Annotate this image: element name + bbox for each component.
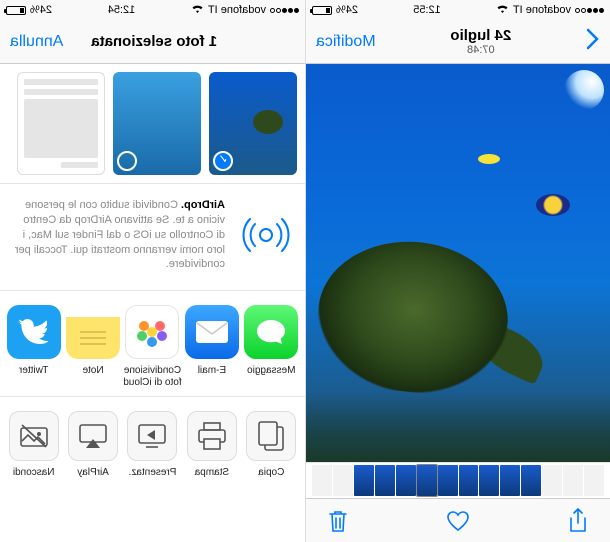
clock-label: 12:55 — [413, 4, 441, 16]
action-label: AirPlay — [77, 467, 109, 489]
mail-icon — [185, 305, 239, 359]
filmstrip-thumb[interactable] — [396, 465, 416, 496]
battery-pct-label: 24% — [30, 4, 52, 16]
action-slideshow[interactable]: Presentaz. — [123, 411, 182, 489]
action-print[interactable]: Stampa — [182, 411, 241, 489]
carrier-label: vodafone IT — [208, 4, 266, 16]
action-label: Copia — [258, 467, 284, 489]
filmstrip-thumb[interactable] — [333, 465, 353, 496]
selected-photo-thumb[interactable] — [209, 72, 297, 175]
share-app-notes[interactable]: Note — [63, 305, 122, 388]
share-app-label: Messaggio — [247, 365, 295, 387]
airdrop-section[interactable]: AirDrop. Condividi subito con le persone… — [0, 184, 305, 291]
share-app-message[interactable]: Messaggio — [242, 305, 301, 388]
photo-viewport[interactable] — [306, 64, 610, 462]
battery-icon — [6, 6, 26, 15]
airdrop-icon — [239, 208, 293, 262]
slideshow-icon — [127, 411, 177, 461]
nav-title: 1 foto selezionata — [91, 33, 217, 50]
cancel-button[interactable]: Annulla — [10, 33, 63, 51]
hide-icon — [9, 411, 59, 461]
status-bar: vodafone IT 12:55 24% — [306, 0, 610, 20]
action-label: Stampa — [195, 467, 229, 489]
photo-thumb[interactable] — [17, 72, 105, 175]
filmstrip-thumb[interactable] — [354, 465, 374, 496]
clock-label: 12:54 — [108, 4, 136, 16]
notes-icon — [66, 305, 120, 359]
airdrop-title: AirDrop. — [181, 199, 225, 211]
filmstrip-thumb[interactable] — [375, 465, 395, 496]
back-chevron-icon[interactable] — [586, 28, 600, 56]
photo-thumb[interactable] — [113, 72, 201, 175]
share-app-mail[interactable]: E-mail — [182, 305, 241, 388]
status-bar: vodafone IT 12:54 24% — [0, 0, 305, 20]
selection-count-label: 1 foto selezionata — [91, 33, 217, 50]
share-icon[interactable] — [568, 508, 588, 534]
filmstrip-thumb[interactable] — [500, 465, 520, 496]
twitter-icon — [7, 305, 61, 359]
filmstrip-thumb[interactable] — [459, 465, 479, 496]
trash-icon[interactable] — [328, 509, 348, 533]
edit-button[interactable]: Modifica — [316, 33, 376, 51]
copy-icon — [246, 411, 296, 461]
action-copy[interactable]: Copia — [242, 411, 301, 489]
share-app-twitter[interactable]: Twitter — [4, 305, 63, 388]
filmstrip-thumb[interactable] — [438, 465, 458, 496]
battery-icon — [312, 6, 332, 15]
filmstrip-thumb[interactable] — [584, 465, 604, 496]
airplay-icon — [68, 411, 118, 461]
nav-bar: 1 foto selezionata Annulla — [0, 20, 305, 64]
battery-pct-label: 24% — [336, 4, 358, 16]
share-app-label: Condivisione foto di iCloud — [123, 365, 182, 388]
checkmark-icon — [213, 151, 233, 171]
action-label: Nascondi — [13, 467, 55, 489]
airdrop-text: AirDrop. Condividi subito con le persone… — [12, 198, 225, 272]
share-app-label: Twitter — [19, 365, 48, 387]
signal-strength-icon — [270, 8, 299, 13]
share-app-label: Note — [83, 365, 104, 387]
filmstrip-thumb-selected[interactable] — [417, 465, 437, 496]
wifi-icon — [496, 4, 509, 17]
nav-title-time: 07:48 — [450, 44, 511, 56]
nav-title-date: 24 luglio — [450, 27, 511, 44]
heart-icon[interactable] — [446, 510, 470, 532]
action-hide[interactable]: Nascondi — [4, 411, 63, 489]
filmstrip-thumb[interactable] — [521, 465, 541, 496]
nav-title: 24 luglio 07:48 — [450, 27, 511, 56]
action-label: Presentaz. — [129, 467, 177, 489]
filmstrip[interactable] — [306, 462, 610, 498]
share-app-icloud[interactable]: Condivisione foto di iCloud — [123, 305, 182, 388]
action-airplay[interactable]: AirPlay — [63, 411, 122, 489]
message-icon — [244, 305, 298, 359]
share-apps-row[interactable]: Messaggio E-mail — [0, 291, 305, 397]
photo-detail-screen: vodafone IT 12:55 24% 24 luglio 07:48 Mo… — [305, 0, 610, 542]
unselected-ring-icon — [117, 151, 137, 171]
bottom-toolbar — [306, 498, 610, 542]
filmstrip-thumb[interactable] — [312, 465, 332, 496]
filmstrip-thumb[interactable] — [479, 465, 499, 496]
filmstrip-thumb[interactable] — [542, 465, 562, 496]
actions-row[interactable]: Copia Stampa Presentaz. AirPlay — [0, 397, 305, 497]
wifi-icon — [191, 4, 204, 17]
share-app-label: E-mail — [198, 365, 226, 387]
carrier-label: vodafone IT — [513, 4, 571, 16]
signal-strength-icon — [575, 8, 604, 13]
selection-row[interactable] — [0, 64, 305, 184]
share-sheet-screen: vodafone IT 12:54 24% 1 foto selezionata… — [0, 0, 305, 542]
filmstrip-thumb[interactable] — [563, 465, 583, 496]
print-icon — [187, 411, 237, 461]
nav-bar: 24 luglio 07:48 Modifica — [306, 20, 610, 64]
icloud-photo-icon — [125, 305, 179, 359]
